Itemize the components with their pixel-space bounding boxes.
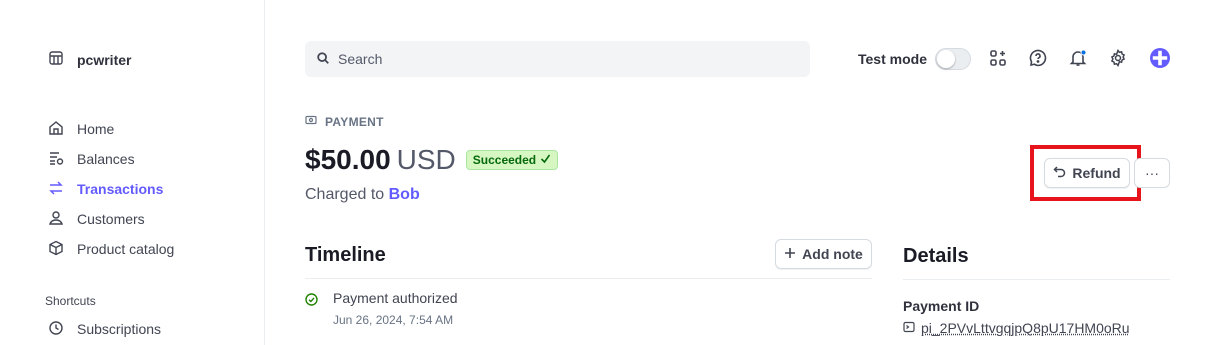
charged-prefix: Charged to [305,186,385,203]
check-circle-icon [305,293,318,306]
more-icon: ··· [1145,165,1159,181]
charged-to: Charged to Bob [305,186,420,204]
box-icon [48,240,64,259]
search-icon [316,51,330,68]
bell-icon[interactable] [1068,48,1088,68]
eyebrow-label: PAYMENT [325,114,384,129]
payment-id-value[interactable]: pi_2PVvLttvgqjpQ8pU17HM0oRu [903,320,1130,336]
customer-link[interactable]: Bob [389,186,420,203]
sidebar-item-label: Customers [77,211,145,227]
sidebar-item-label: Subscriptions [77,321,162,337]
add-note-button[interactable]: Add note [775,239,872,269]
details-divider [903,279,1170,280]
sidebar-item-home[interactable]: Home [48,114,174,144]
terminal-icon [903,320,915,336]
account-name: pcwriter [77,51,132,68]
account-switcher[interactable]: pcwriter [48,50,131,69]
test-mode-toggle[interactable] [934,48,971,70]
sidebar-item-balances[interactable]: Balances [48,144,174,174]
create-button[interactable] [1150,48,1170,68]
sidebar-nav: Home Balances Transactions Customers Pro… [48,114,174,264]
timeline-divider [305,278,872,279]
plus-icon [1150,48,1170,68]
sidebar-item-customers[interactable]: Customers [48,204,174,234]
sidebar-item-label: Balances [77,151,135,167]
undo-arrow-icon [1053,165,1066,181]
person-icon [48,210,64,229]
store-icon [48,50,64,69]
page-title: $50.00 USD Succeeded [305,144,559,176]
refund-label: Refund [1072,165,1121,181]
more-actions-button[interactable]: ··· [1134,158,1170,188]
refund-button[interactable]: Refund [1044,158,1130,188]
event-title: Payment authorized [333,290,458,306]
balances-icon [48,150,64,169]
status-badge: Succeeded [465,150,559,170]
help-icon[interactable] [1028,48,1048,68]
shortcuts-heading: Shortcuts [45,294,96,308]
sidebar-item-transactions[interactable]: Transactions [48,174,174,204]
sidebar-item-product-catalog[interactable]: Product catalog [48,234,174,264]
plus-icon [784,246,796,262]
payment-id-label: Payment ID [903,298,980,314]
home-icon [48,120,64,139]
gear-icon[interactable] [1108,48,1128,68]
payment-amount: $50.00 [305,144,391,175]
page-eyebrow: PAYMENT [305,114,384,129]
add-note-label: Add note [802,246,863,262]
payment-icon [305,114,317,129]
sidebar-item-label: Product catalog [77,241,175,257]
details-title: Details [903,245,969,267]
arrows-swap-icon [48,180,64,199]
payment-id-text: pi_2PVvLttvgqjpQ8pU17HM0oRu [921,320,1130,336]
test-mode-control: Test mode [858,44,971,74]
apps-icon[interactable] [988,48,1008,68]
clock-icon [48,320,64,339]
sidebar-item-subscriptions[interactable]: Subscriptions [48,314,161,344]
sidebar-item-label: Home [77,121,115,137]
test-mode-label: Test mode [858,51,927,67]
timeline-title: Timeline [305,244,386,266]
check-icon [540,153,551,167]
search-input[interactable]: Search [305,41,810,77]
event-time: Jun 26, 2024, 7:54 AM [333,313,454,327]
payment-currency: USD [396,144,456,175]
sidebar: pcwriter Home Balances Transactions Cust… [0,0,265,345]
status-label: Succeeded [472,153,537,167]
search-placeholder: Search [338,51,383,67]
sidebar-item-label: Transactions [77,181,164,197]
